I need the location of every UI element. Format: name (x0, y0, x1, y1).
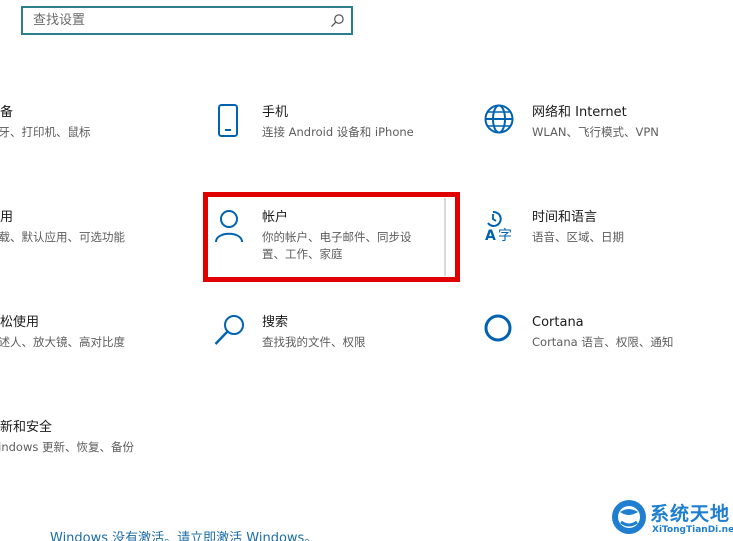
tile-desc: Windows 更新、恢复、备份 (0, 440, 134, 454)
tile-desc: 蓝牙、打印机、鼠标 (0, 125, 91, 139)
search-box[interactable] (21, 6, 353, 35)
tile-desc: Cortana 语言、权限、通知 (532, 335, 674, 349)
tile-time-language[interactable]: A 字 时间和语言 语音、区域、日期 (484, 209, 714, 269)
watermark-url: XiTongTianDi.net (652, 525, 733, 535)
search-icon[interactable] (330, 13, 345, 28)
language-icon: A 字 (485, 210, 512, 243)
tile-phone[interactable]: 手机 连接 Android 设备和 iPhone (214, 104, 444, 164)
tile-title: 轻松使用 (0, 315, 40, 330)
tile-ease-of-access[interactable]: 轻松使用 讲述人、放大镜、高对比度 (0, 314, 157, 374)
phone-icon (218, 104, 238, 137)
tile-desc: 卸载、默认应用、可选功能 (0, 230, 125, 244)
tile-desc: 语音、区域、日期 (532, 230, 624, 244)
tile-apps[interactable]: 应用 卸载、默认应用、可选功能 (0, 209, 157, 269)
settings-home: 设备 蓝牙、打印机、鼠标 手机 连接 Android 设备和 iPhone 网络… (0, 0, 733, 541)
tile-search[interactable]: 搜索 查找我的文件、权限 (214, 314, 444, 374)
tile-title: 时间和语言 (532, 210, 598, 225)
globe-icon (484, 104, 514, 134)
tile-title: 设备 (0, 105, 14, 120)
tile-desc: 查找我的文件、权限 (262, 335, 366, 349)
cortana-icon (484, 314, 512, 342)
tile-title: 手机 (262, 105, 289, 120)
svg-text:字: 字 (498, 228, 512, 243)
tile-title: 更新和安全 (0, 420, 53, 435)
watermark: 系统天地 XiTongTianDi.net (608, 496, 733, 541)
tile-desc: 讲述人、放大镜、高对比度 (0, 335, 125, 349)
tile-update-security[interactable]: 更新和安全 Windows 更新、恢复、备份 (0, 419, 167, 479)
highlight-frame (203, 192, 460, 282)
tile-title: Cortana (532, 315, 584, 330)
tile-devices[interactable]: 设备 蓝牙、打印机、鼠标 (0, 104, 147, 164)
tile-cortana[interactable]: Cortana Cortana 语言、权限、通知 (484, 314, 714, 374)
tile-desc: WLAN、飞行模式、VPN (532, 125, 659, 139)
tile-title: 搜索 (262, 315, 289, 330)
magnifier-icon (214, 315, 244, 345)
search-input[interactable] (23, 8, 323, 33)
tile-desc: 连接 Android 设备和 iPhone (262, 125, 414, 139)
tile-title: 网络和 Internet (532, 105, 627, 120)
tile-network[interactable]: 网络和 Internet WLAN、飞行模式、VPN (484, 104, 714, 164)
tile-title: 应用 (0, 210, 14, 225)
svg-text:A: A (485, 228, 496, 243)
watermark-logo-icon (612, 500, 646, 534)
watermark-title: 系统天地 (650, 503, 731, 525)
activate-windows-link[interactable]: Windows 没有激活。请立即激活 Windows。 (50, 527, 317, 541)
